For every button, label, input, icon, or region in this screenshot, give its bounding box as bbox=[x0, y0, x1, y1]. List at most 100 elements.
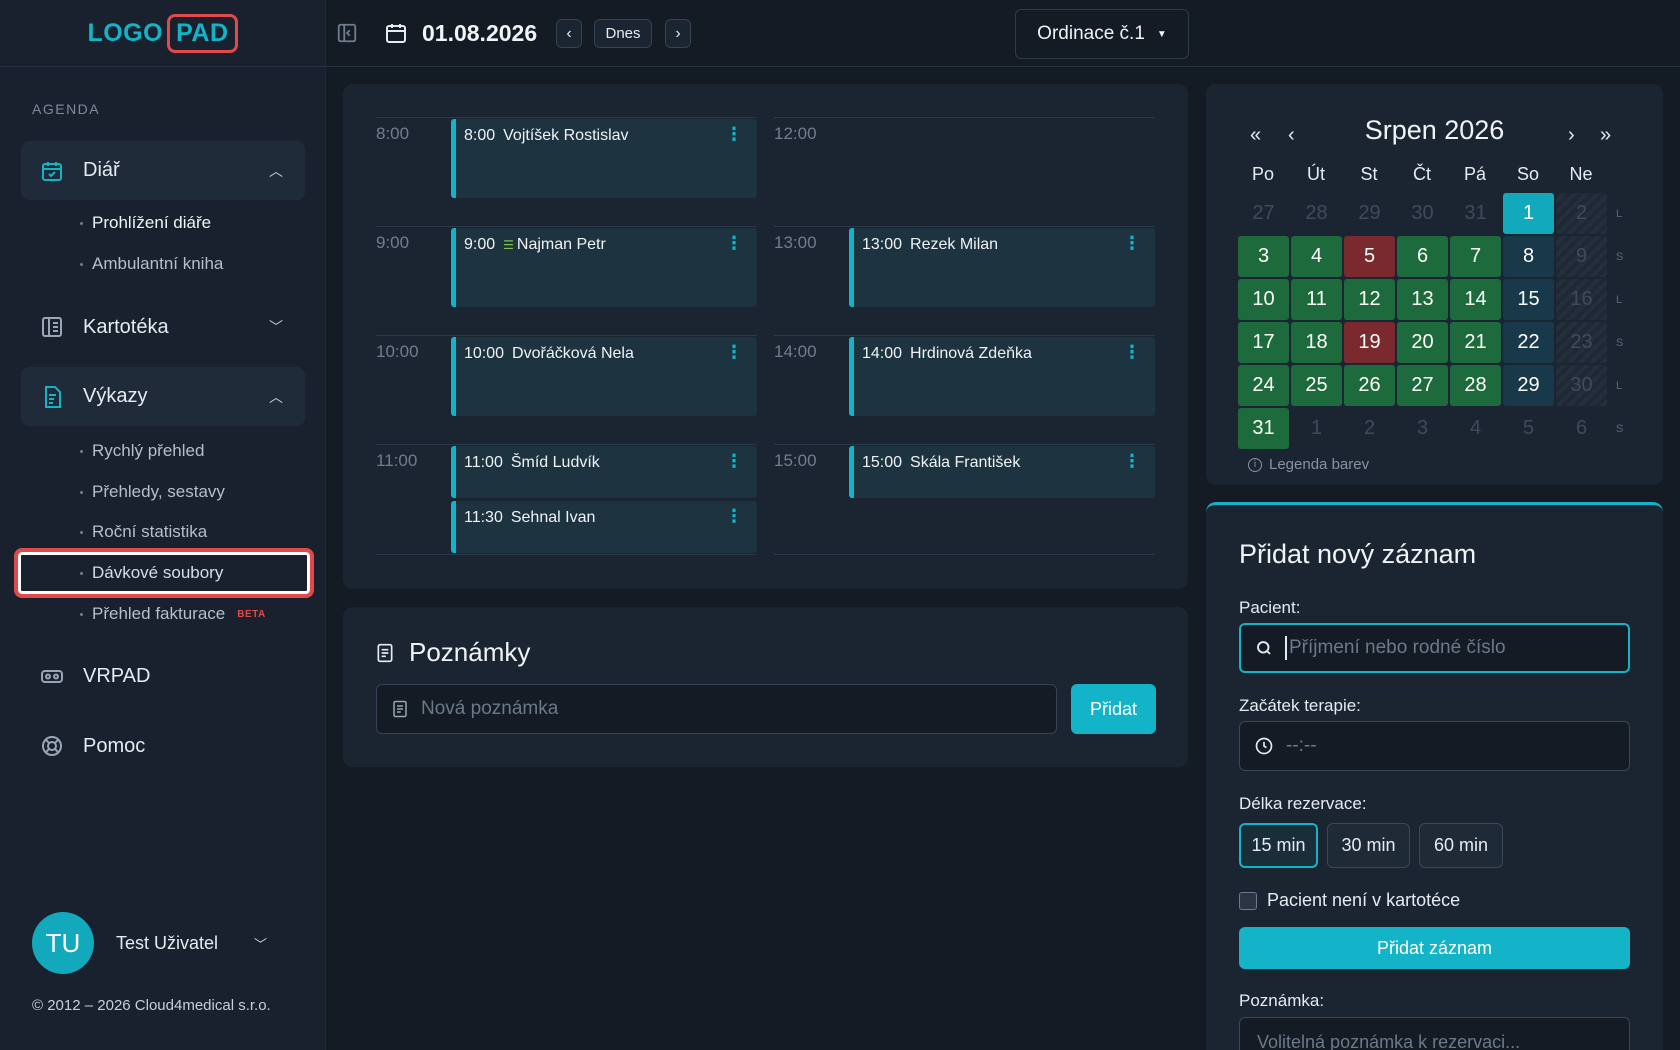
search-icon bbox=[1257, 641, 1271, 655]
add-entry-button[interactable]: Přidat záznam bbox=[1239, 927, 1630, 969]
calendar-day[interactable]: 13 bbox=[1397, 279, 1448, 320]
calendar-day[interactable]: 9 bbox=[1556, 236, 1607, 277]
today-button[interactable]: Dnes bbox=[594, 19, 652, 48]
user-menu[interactable]: TU Test Uživatel ﹀ bbox=[32, 912, 267, 974]
kebab-menu-icon[interactable]: ⋮ bbox=[725, 452, 743, 470]
nav-diar[interactable]: Diář ︿ bbox=[21, 141, 305, 200]
sidebar-toggle-icon[interactable] bbox=[336, 22, 358, 49]
calendar-day[interactable]: 31 bbox=[1238, 408, 1289, 449]
calendar-day[interactable]: 4 bbox=[1291, 236, 1342, 277]
calendar-day[interactable]: 4 bbox=[1450, 408, 1501, 449]
next-year-button[interactable]: » bbox=[1600, 124, 1611, 147]
calendar-day[interactable]: 10 bbox=[1238, 279, 1289, 320]
calendar-day[interactable]: 30 bbox=[1556, 365, 1607, 406]
start-label: Začátek terapie: bbox=[1239, 696, 1361, 715]
calendar-day[interactable]: 20 bbox=[1397, 322, 1448, 363]
calendar-day[interactable]: 3 bbox=[1238, 236, 1289, 277]
calendar-day[interactable]: 28 bbox=[1291, 193, 1342, 234]
calendar-day[interactable]: 2 bbox=[1556, 193, 1607, 234]
kebab-menu-icon[interactable]: ⋮ bbox=[1123, 234, 1141, 252]
calendar-day[interactable]: 11 bbox=[1291, 279, 1342, 320]
calendar-day[interactable]: 23 bbox=[1556, 322, 1607, 363]
calendar-day[interactable]: 30 bbox=[1397, 193, 1448, 234]
patient-search-input[interactable]: Příjmení nebo rodné číslo bbox=[1239, 623, 1630, 673]
nav-prohlizeni-diare[interactable]: Prohlížení diáře bbox=[80, 213, 211, 233]
calendar-day[interactable]: 1 bbox=[1503, 193, 1554, 234]
appointment[interactable]: 8:00 Vojtíšek Rostislav ⋮ bbox=[451, 119, 757, 198]
nav-prehled-fakturace[interactable]: Přehled fakturace BETA bbox=[80, 604, 266, 624]
calendar-day[interactable]: 8 bbox=[1503, 236, 1554, 277]
calendar-day[interactable]: 31 bbox=[1450, 193, 1501, 234]
calendar-day[interactable]: 16 bbox=[1556, 279, 1607, 320]
calendar-day[interactable]: 14 bbox=[1450, 279, 1501, 320]
nav-vrpad[interactable]: VRPAD bbox=[21, 651, 305, 701]
calendar-day[interactable]: 5 bbox=[1503, 408, 1554, 449]
logo[interactable]: LOGO PAD bbox=[87, 13, 238, 53]
calendar-day[interactable]: 24 bbox=[1238, 365, 1289, 406]
calendar-day[interactable]: 21 bbox=[1450, 322, 1501, 363]
calendar-day[interactable]: 17 bbox=[1238, 322, 1289, 363]
color-legend[interactable]: i Legenda barev bbox=[1248, 456, 1369, 473]
appointment[interactable]: 9:00 ☰ Najman Petr ⋮ bbox=[451, 228, 757, 307]
next-day-button[interactable]: › bbox=[665, 19, 691, 48]
calendar-day[interactable]: 15 bbox=[1503, 279, 1554, 320]
calendar-day[interactable]: 6 bbox=[1397, 236, 1448, 277]
calendar-day[interactable]: 2 bbox=[1344, 408, 1395, 449]
nav-rychly-prehled[interactable]: Rychlý přehled bbox=[80, 441, 204, 461]
calendar-day[interactable]: 6 bbox=[1556, 408, 1607, 449]
duration-30-button[interactable]: 30 min bbox=[1327, 823, 1410, 868]
calendar-icon[interactable] bbox=[384, 21, 408, 50]
kebab-menu-icon[interactable]: ⋮ bbox=[1123, 452, 1141, 470]
calendar-day[interactable]: 18 bbox=[1291, 322, 1342, 363]
ordinace-select[interactable]: Ordinace č.1 ▼ bbox=[1015, 9, 1189, 59]
calendar-day[interactable]: 25 bbox=[1291, 365, 1342, 406]
prev-day-button[interactable]: ‹ bbox=[556, 19, 582, 48]
book-icon bbox=[39, 314, 65, 340]
note-input[interactable]: Nová poznámka bbox=[376, 684, 1057, 734]
appointment[interactable]: 13:00 Rezek Milan ⋮ bbox=[849, 228, 1155, 307]
current-date[interactable]: 01.08.2026 bbox=[422, 20, 537, 47]
reservation-note-input[interactable]: Volitelná poznámka k rezervaci... bbox=[1239, 1017, 1630, 1050]
nav-rocni-statistika[interactable]: Roční statistika bbox=[80, 522, 207, 542]
calendar-day[interactable]: 27 bbox=[1397, 365, 1448, 406]
kebab-menu-icon[interactable]: ⋮ bbox=[725, 125, 743, 143]
appointment[interactable]: 10:00 Dvořáčková Nela ⋮ bbox=[451, 337, 757, 416]
next-month-button[interactable]: › bbox=[1568, 124, 1575, 147]
nav-prehledy-sestavy[interactable]: Přehledy, sestavy bbox=[80, 482, 225, 502]
calendar-day[interactable]: 1 bbox=[1291, 408, 1342, 449]
kebab-menu-icon[interactable]: ⋮ bbox=[1123, 343, 1141, 361]
calendar-day[interactable]: 3 bbox=[1397, 408, 1448, 449]
appointment[interactable]: 14:00 Hrdinová Zdeňka ⋮ bbox=[849, 337, 1155, 416]
appointment[interactable]: 11:00 Šmíd Ludvík ⋮ bbox=[451, 446, 757, 498]
nav-kartoteka[interactable]: Kartotéka ﹀ bbox=[21, 302, 305, 352]
duration-60-button[interactable]: 60 min bbox=[1419, 823, 1503, 868]
calendar-day[interactable]: 7 bbox=[1450, 236, 1501, 277]
start-time-input[interactable]: --:-- bbox=[1239, 721, 1630, 771]
note-icon bbox=[377, 643, 393, 662]
calendar-day[interactable]: 12 bbox=[1344, 279, 1395, 320]
calendar-day[interactable]: 19 bbox=[1344, 322, 1395, 363]
calendar-day[interactable]: 5 bbox=[1344, 236, 1395, 277]
calendar-day[interactable]: 29 bbox=[1344, 193, 1395, 234]
calendar-day[interactable]: 28 bbox=[1450, 365, 1501, 406]
duration-15-button[interactable]: 15 min bbox=[1239, 823, 1318, 868]
kebab-menu-icon[interactable]: ⋮ bbox=[725, 234, 743, 252]
calendar-day[interactable]: 22 bbox=[1503, 322, 1554, 363]
appointment[interactable]: 11:30 Sehnal Ivan ⋮ bbox=[451, 501, 757, 553]
add-note-button[interactable]: Přidat bbox=[1071, 684, 1156, 734]
bullet bbox=[80, 449, 83, 453]
checkbox[interactable] bbox=[1239, 891, 1257, 910]
slot-time: 13:00 bbox=[774, 233, 817, 252]
nav-pomoc[interactable]: Pomoc bbox=[21, 721, 305, 771]
nav-vykazy[interactable]: Výkazy ︿ bbox=[21, 367, 305, 426]
appointment[interactable]: 15:00 Skála František ⋮ bbox=[849, 446, 1155, 498]
kebab-menu-icon[interactable]: ⋮ bbox=[725, 507, 743, 525]
calendar-day[interactable]: 26 bbox=[1344, 365, 1395, 406]
kebab-menu-icon[interactable]: ⋮ bbox=[725, 343, 743, 361]
nav-davkove-soubory[interactable]: Dávkové soubory bbox=[14, 548, 314, 598]
calendar-day[interactable]: 29 bbox=[1503, 365, 1554, 406]
nav-ambulantni-kniha[interactable]: Ambulantní kniha bbox=[80, 254, 223, 274]
not-in-registry-checkbox[interactable]: Pacient není v kartotéce bbox=[1239, 890, 1460, 911]
calendar-day[interactable]: 27 bbox=[1238, 193, 1289, 234]
checklist-icon: ☰ bbox=[503, 238, 514, 252]
